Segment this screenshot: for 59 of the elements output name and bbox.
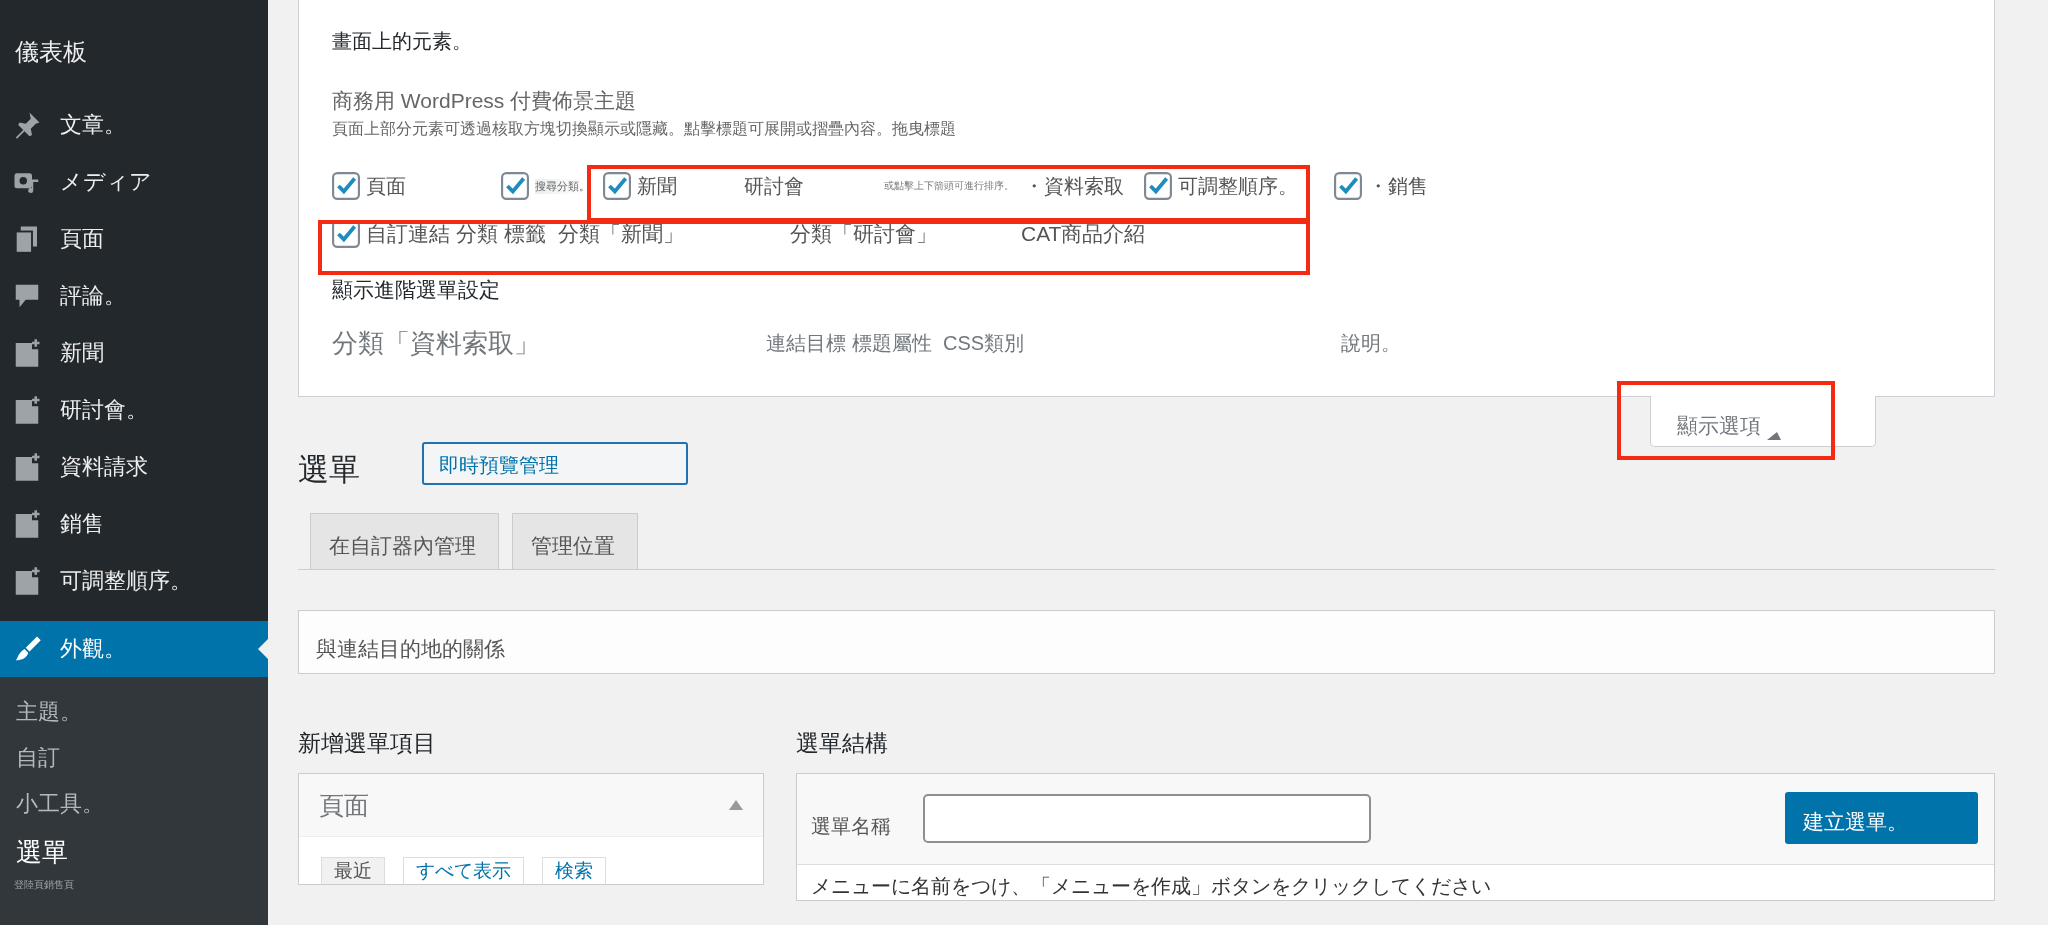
relation-box[interactable]: 與連結目的地的關係 (298, 610, 1995, 674)
sidebar-note: 登陸頁銷售頁 (13, 878, 75, 892)
checkbox-label[interactable]: 頁面 (366, 172, 406, 200)
panel-tab[interactable]: すべて表示 (403, 857, 524, 884)
caret-icon (729, 800, 743, 810)
option-label: CSS類別 (943, 331, 1026, 356)
submenu-item[interactable]: 自訂 (0, 735, 268, 781)
instruction-text: メニューに名前をつけ、「メニューを作成」ボタンをクリックしてください (810, 874, 1492, 899)
sidebar-item[interactable]: 研討會。 (0, 381, 268, 438)
help-text: 頁面上部分元素可透過核取方塊切換顯示或隱藏。點擊標題可展開或摺疊內容。拖曳標題 (332, 119, 957, 139)
menu-name-field[interactable] (923, 793, 1371, 843)
panel-header[interactable]: 頁面 (299, 774, 763, 837)
sidebar-item[interactable]: 銷售 (0, 495, 268, 552)
section-title: 顯示進階選單設定 (332, 277, 501, 303)
checkbox[interactable] (603, 172, 631, 200)
checkbox[interactable] (1144, 172, 1172, 200)
submenu-item[interactable]: 選單 (0, 827, 268, 878)
live-preview-button[interactable]: 即時預覽管理 (422, 441, 688, 485)
hint-text: 或點擊上下箭頭可進行排序。 (884, 179, 1015, 193)
checkbox[interactable] (501, 172, 529, 200)
option-label: 分類「新聞」 (558, 221, 685, 247)
column-title: 新增選單項目 (298, 729, 437, 758)
option-label: 連結目標 標題屬性 (766, 331, 933, 356)
sidebar-item[interactable]: 資料請求 (0, 438, 268, 495)
section-title: 商務用 WordPress 付費佈景主題 (332, 88, 638, 114)
submenu-item[interactable]: 小工具。 (0, 781, 268, 827)
nav-tab[interactable]: 在自訂器內管理 (310, 513, 499, 569)
sidebar-item[interactable]: 評論。 (0, 267, 268, 324)
sidebar-item[interactable]: 可調整順序。 (0, 552, 268, 609)
option-label: 分類「研討會」 (790, 221, 938, 247)
field-label: 選單名稱 (811, 813, 892, 839)
sidebar-item[interactable]: 頁面 (0, 210, 268, 267)
submenu-item[interactable]: 主題。 (0, 689, 268, 735)
checkbox[interactable] (332, 172, 360, 200)
sidebar-item[interactable]: 文章。 (0, 96, 268, 153)
sidebar-item[interactable]: 新聞 (0, 324, 268, 381)
panel-tab[interactable]: 最近 (321, 857, 385, 884)
intro-text: 畫面上的元素。 (332, 29, 473, 54)
checkbox-label[interactable]: ・銷售 (1368, 172, 1428, 200)
caret-icon (1767, 430, 1781, 440)
option-label: ・資料索取 (1024, 173, 1125, 199)
create-menu-button[interactable]: 建立選單。 (1785, 792, 1978, 844)
checkbox-label[interactable]: 新聞 (637, 172, 677, 200)
checkbox-label[interactable]: 自訂連結 分類 標籤 (366, 220, 546, 248)
option-label: CAT商品介紹 (1021, 221, 1147, 247)
page-title: 選單 (298, 451, 360, 489)
option-label: 分類「資料索取」 (332, 327, 541, 360)
screen-options-tab[interactable]: 顯示選項 (1650, 396, 1876, 447)
checkbox[interactable] (1334, 172, 1362, 200)
panel-tab[interactable]: 検索 (542, 857, 606, 884)
sidebar-item[interactable]: 外觀。 (0, 621, 268, 677)
panel-title: 頁面 (319, 789, 369, 821)
column-title: 選單結構 (796, 729, 889, 758)
checkbox-label[interactable]: 可調整順序。 (1178, 172, 1298, 200)
option-label: 研討會 (744, 173, 805, 199)
sidebar-item[interactable]: メディア (0, 153, 268, 210)
option-label: 說明。 (1341, 331, 1402, 356)
nav-tab[interactable]: 管理位置 (512, 513, 638, 569)
sidebar-title[interactable]: 儀表板 (0, 0, 268, 96)
